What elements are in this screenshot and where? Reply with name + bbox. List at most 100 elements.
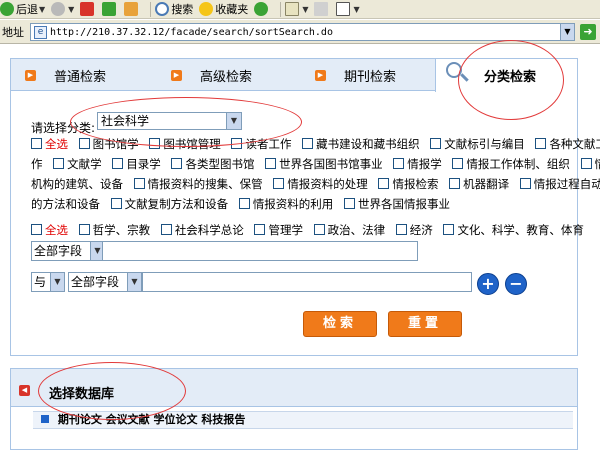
stop-button[interactable] — [80, 2, 96, 16]
category-option[interactable]: 情报资料的搜集、保管 — [133, 177, 263, 191]
checkbox[interactable] — [231, 138, 243, 149]
option-label: 目录学 — [126, 157, 161, 171]
checkbox[interactable] — [110, 198, 122, 209]
checkbox[interactable] — [343, 198, 355, 209]
category-option[interactable]: 哲学、宗教 — [78, 223, 150, 237]
database-panel: ◀ 选择数据库 期刊论文 会议文献 学位论文 科技报告 — [10, 368, 578, 450]
category-option[interactable]: 图书馆管理 — [149, 137, 221, 151]
category-option[interactable]: 情报资料的利用 — [238, 197, 333, 211]
checkbox[interactable] — [535, 138, 547, 149]
tab-category-search[interactable]: 分类检索 — [435, 59, 577, 92]
category-option[interactable]: 经济 — [395, 223, 433, 237]
search-button[interactable]: 搜索 — [155, 1, 193, 17]
chevron-down-icon[interactable]: ▼ — [353, 5, 359, 14]
category-option[interactable]: 情报 — [580, 157, 600, 171]
checkbox[interactable] — [302, 138, 314, 149]
chevron-down-icon[interactable]: ▼ — [560, 24, 574, 40]
category-option[interactable]: 世界各国情报事业 — [343, 197, 450, 211]
checkbox[interactable] — [449, 178, 461, 189]
checkbox[interactable] — [378, 178, 390, 189]
search-term-input[interactable] — [102, 241, 418, 261]
checkbox[interactable] — [133, 178, 145, 189]
category-option[interactable]: 各种文献工 — [535, 137, 600, 151]
go-button[interactable]: ➜ — [580, 24, 596, 40]
category-option[interactable]: 各类型图书馆 — [171, 157, 254, 171]
remove-row-button[interactable]: − — [505, 273, 527, 295]
checkbox[interactable] — [273, 178, 285, 189]
chevron-down-icon[interactable]: ▼ — [68, 5, 74, 14]
category-option[interactable]: 情报学 — [393, 157, 442, 171]
category-option[interactable]: 图书馆学 — [78, 137, 139, 151]
chevron-down-icon[interactable]: ▼ — [302, 5, 308, 14]
category-option[interactable]: 世界各国图书馆事业 — [265, 157, 383, 171]
category-option[interactable]: 政治、法律 — [313, 223, 385, 237]
collapse-icon[interactable]: ◀ — [19, 385, 30, 396]
checkbox[interactable] — [53, 158, 65, 169]
url-input[interactable]: e http://210.37.32.12/facade/search/sort… — [30, 23, 575, 41]
checkbox[interactable] — [31, 224, 42, 235]
category-option[interactable]: 情报检索 — [378, 177, 438, 191]
checkbox[interactable] — [395, 224, 407, 235]
checkbox[interactable] — [393, 158, 405, 169]
checkbox[interactable] — [238, 198, 250, 209]
tab-advanced-search[interactable]: ▶ 高级检索 — [171, 59, 252, 91]
category-option[interactable]: 文献标引与编目 — [430, 137, 525, 151]
category-option[interactable]: 情报过程自动化 — [519, 177, 600, 191]
home-button[interactable] — [124, 2, 140, 16]
option-label: 全选 — [45, 137, 68, 151]
history-button[interactable] — [254, 2, 270, 16]
option-label: 情报资料的处理 — [287, 177, 368, 191]
category-option[interactable]: 机器翻译 — [449, 177, 509, 191]
favorites-button[interactable]: 收藏夹 — [199, 1, 248, 17]
select-all-option[interactable]: 全选 — [31, 223, 68, 237]
checkbox[interactable] — [430, 138, 442, 149]
category-select[interactable]: 社会科学 ▼ — [97, 112, 242, 130]
play-arrow-icon: ▶ — [315, 69, 326, 81]
print-button[interactable] — [314, 2, 330, 16]
checkbox[interactable] — [78, 138, 90, 149]
category-option[interactable]: 读者工作 — [231, 137, 291, 151]
forward-button[interactable]: ▼ — [51, 2, 74, 16]
checkbox[interactable] — [149, 138, 161, 149]
checkbox[interactable] — [112, 158, 124, 169]
checkbox[interactable] — [519, 178, 531, 189]
database-types-label: 期刊论文 会议文献 学位论文 科技报告 — [57, 413, 246, 426]
category-option[interactable]: 文化、科学、教育、体育 — [443, 223, 584, 237]
tab-journal-search[interactable]: ▶ 期刊检索 — [315, 59, 396, 91]
checkbox[interactable] — [171, 158, 183, 169]
category-option[interactable]: 藏书建设和藏书组织 — [302, 137, 420, 151]
checkbox[interactable] — [265, 158, 277, 169]
checkbox[interactable] — [31, 138, 42, 149]
checkbox[interactable] — [452, 158, 464, 169]
category-option[interactable]: 管理学 — [254, 223, 303, 237]
category-option[interactable]: 目录学 — [112, 157, 161, 171]
tab-normal-search[interactable]: ▶ 普通检索 — [25, 59, 106, 91]
checkbox[interactable] — [580, 158, 592, 169]
add-row-button[interactable]: + — [477, 273, 499, 295]
reset-button[interactable]: 重置 — [388, 311, 462, 337]
search-button[interactable]: 检索 — [303, 311, 377, 337]
field-select[interactable]: 全部字段 ▼ — [68, 272, 142, 292]
category-option[interactable]: 社会科学总论 — [160, 223, 244, 237]
checkbox[interactable] — [443, 224, 455, 235]
field-select[interactable]: 全部字段 ▼ — [31, 241, 105, 261]
category-option[interactable]: 情报工作体制、组织 — [452, 157, 570, 171]
checkbox[interactable] — [78, 224, 90, 235]
category-option[interactable]: 文献学 — [53, 157, 102, 171]
refresh-button[interactable] — [102, 2, 118, 16]
chevron-down-icon[interactable]: ▼ — [39, 5, 45, 14]
search-panel: ▶ 普通检索 ▶ 高级检索 ▶ 期刊检索 分类检索 请选择分类: 社会科学 ▼ … — [10, 58, 600, 356]
category-option[interactable]: 情报资料的处理 — [273, 177, 368, 191]
back-button[interactable]: 后退 ▼ — [0, 1, 45, 17]
mail-button[interactable]: ▼ — [285, 2, 308, 16]
category-option[interactable]: 文献复制方法和设备 — [110, 197, 228, 211]
checkbox[interactable] — [254, 224, 266, 235]
checkbox[interactable] — [313, 224, 325, 235]
edit-button[interactable]: ▼ — [336, 2, 360, 16]
tab-label: 高级检索 — [200, 69, 253, 85]
select-all-option[interactable]: 全选 — [31, 137, 68, 151]
search-icon — [155, 2, 170, 16]
search-term-input[interactable] — [142, 272, 472, 292]
logic-select[interactable]: 与 ▼ — [31, 272, 65, 292]
checkbox[interactable] — [160, 224, 172, 235]
